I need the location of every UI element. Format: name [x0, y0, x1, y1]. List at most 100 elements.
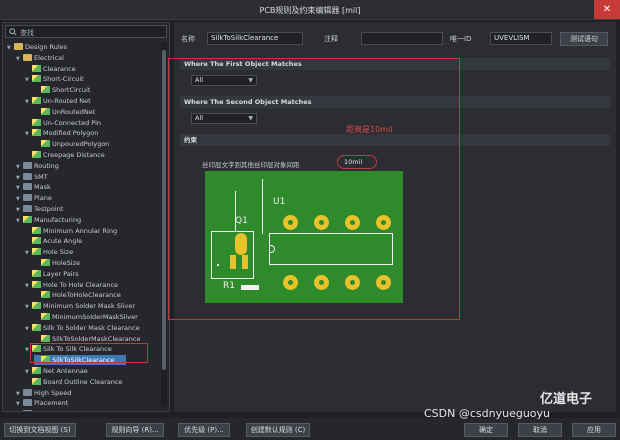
tree-item[interactable]: ▼ Net Antennae	[25, 366, 88, 376]
expand-arrow-icon[interactable]: ▼	[25, 367, 32, 377]
tree-item[interactable]: ▼ Mask	[16, 182, 51, 192]
tree-item-label: Mask	[34, 183, 51, 192]
tree-item[interactable]: Acute Angle	[25, 236, 82, 246]
tree-item[interactable]: ▼ Testpoint	[16, 204, 63, 214]
expand-arrow-icon[interactable]: ▼	[25, 302, 32, 312]
rule-icon	[41, 107, 50, 115]
rule-icon	[32, 323, 41, 331]
tree-item[interactable]: UnRoutedNet	[34, 107, 95, 117]
rule-icon	[32, 248, 41, 256]
tree-scrollbar[interactable]	[161, 42, 167, 407]
rule-editor-panel: 名称 SilkToSilkClearance 注释 唯一ID UVEVLISM …	[168, 22, 616, 412]
search-input[interactable]: 查找	[5, 25, 167, 38]
tree-item[interactable]: ▼ Routing	[16, 161, 59, 171]
tree-item-label: Short-Circuit	[43, 75, 84, 84]
ok-button[interactable]: 确定	[464, 423, 508, 437]
tree-item[interactable]: Clearance	[25, 64, 76, 74]
title-bar: PCB规则及约束编辑器 [mil] ✕	[0, 0, 620, 20]
tree-item-label: Design Rules	[25, 43, 68, 51]
tree-item[interactable]: Creepage Distance	[25, 150, 105, 160]
expand-arrow-icon[interactable]: ▼	[16, 399, 23, 409]
uid-field[interactable]: UVEVLISM	[490, 32, 552, 45]
expand-arrow-icon[interactable]: ▼	[16, 410, 23, 411]
expand-arrow-icon[interactable]: ▼	[7, 43, 14, 53]
expand-arrow-icon[interactable]: ▼	[16, 162, 23, 172]
tree-item[interactable]: ▼ SMT	[16, 172, 48, 182]
rule-icon	[32, 280, 41, 288]
highlight-box-tree	[30, 343, 148, 363]
name-label: 名称	[181, 35, 195, 43]
expand-arrow-icon[interactable]: ▼	[25, 281, 32, 291]
cat-icon	[23, 399, 32, 407]
tree-item-label: Routing	[34, 161, 59, 170]
tree-item[interactable]: Layer Pairs	[25, 269, 79, 279]
test-query-button[interactable]: 测试语句	[560, 32, 608, 46]
expand-arrow-icon[interactable]: ▼	[16, 389, 23, 399]
tree-item[interactable]: ▼ Electrical	[16, 53, 64, 63]
csdn-watermark: CSDN @csdnyueguoyu	[424, 407, 551, 420]
tree-item[interactable]: ▼ Placement	[16, 398, 68, 408]
tree-item[interactable]: ▼ Short-Circuit	[25, 74, 84, 84]
tree-item[interactable]: ▼ Hole To Hole Clearance	[25, 280, 118, 290]
tree-item-label: Acute Angle	[43, 237, 83, 246]
tree-item[interactable]: ▼ Silk To Solder Mask Clearance	[25, 323, 140, 333]
expand-arrow-icon[interactable]: ▼	[16, 173, 23, 183]
expand-arrow-icon[interactable]: ▼	[16, 194, 23, 204]
tree-item[interactable]: MinimumSolderMaskSliver	[34, 312, 138, 322]
expand-arrow-icon[interactable]: ▼	[25, 75, 32, 85]
tree-item[interactable]: ▼ Design Rules	[7, 42, 67, 52]
expand-arrow-icon[interactable]: ▼	[16, 54, 23, 64]
tree-item[interactable]: ▼ Manufacturing	[16, 215, 81, 225]
tree-item[interactable]: ▼ Modified Polygon	[25, 128, 98, 138]
rule-icon	[23, 215, 32, 223]
comment-label: 注释	[324, 35, 338, 43]
rule-icon	[32, 75, 41, 83]
rule-icon	[32, 226, 41, 234]
uid-label: 唯一ID	[450, 35, 472, 43]
rule-icon	[41, 86, 50, 94]
rule-wizard-button[interactable]: 规则向导 (R)...	[106, 423, 164, 437]
priority-button[interactable]: 优先级 (P)...	[178, 423, 230, 437]
expand-arrow-icon[interactable]: ▼	[16, 205, 23, 215]
scroll-thumb[interactable]	[162, 50, 166, 370]
expand-arrow-icon[interactable]: ▼	[25, 324, 32, 334]
apply-button[interactable]: 应用	[572, 423, 616, 437]
tree-item-label: Layer Pairs	[43, 269, 79, 278]
rule-icon	[41, 313, 50, 320]
name-field[interactable]: SilkToSilkClearance	[207, 32, 303, 45]
tree-item[interactable]: Un-Connected Pin	[25, 118, 101, 128]
tree-item[interactable]: HoleToHoleClearance	[34, 290, 121, 300]
tree-item-label: Hole To Hole Clearance	[43, 280, 119, 289]
tree-item-label: Un-Connected Pin	[43, 118, 101, 127]
expand-arrow-icon[interactable]: ▼	[16, 183, 23, 193]
comment-field[interactable]	[361, 32, 443, 45]
expand-arrow-icon[interactable]: ▼	[25, 248, 32, 258]
cancel-button[interactable]: 取消	[518, 423, 562, 437]
tree-item[interactable]: ▼ Signal Integrity	[16, 409, 84, 411]
tree-item[interactable]: ▼ Hole Size	[25, 247, 73, 257]
rule-icon	[32, 64, 41, 72]
tree-item-label: Net Antennae	[43, 367, 88, 375]
tree-item-label: UnpouredPolygon	[52, 140, 110, 149]
tree-item-label: High Speed	[34, 388, 72, 397]
tree-item[interactable]: ▼ Minimum Solder Mask Sliver	[25, 301, 135, 311]
create-default-rules-button[interactable]: 创建默认规则 (C)	[246, 423, 310, 437]
close-icon[interactable]: ✕	[594, 0, 620, 19]
tree-item[interactable]: ▼ Plane	[16, 193, 52, 203]
cat-icon	[23, 410, 32, 411]
tree-item[interactable]: ▼ Un-Routed Net	[25, 96, 91, 106]
search-icon	[9, 28, 17, 36]
folder-icon	[14, 43, 23, 50]
switch-doc-view-button[interactable]: 切换到文档视图 (S)	[4, 423, 76, 437]
cat-icon	[23, 194, 32, 202]
expand-arrow-icon[interactable]: ▼	[25, 97, 32, 107]
expand-arrow-icon[interactable]: ▼	[16, 216, 23, 226]
expand-arrow-icon[interactable]: ▼	[25, 129, 32, 139]
tree-item[interactable]: ▼ High Speed	[16, 388, 71, 398]
tree-item-label: Electrical	[34, 53, 64, 62]
tree-item[interactable]: Minimum Annular Ring	[25, 226, 117, 236]
tree-item[interactable]: HoleSize	[34, 258, 80, 268]
tree-item[interactable]: Board Outline Clearance	[25, 377, 122, 387]
tree-item[interactable]: ShortCircuit	[34, 85, 90, 95]
tree-item[interactable]: UnpouredPolygon	[34, 139, 109, 149]
